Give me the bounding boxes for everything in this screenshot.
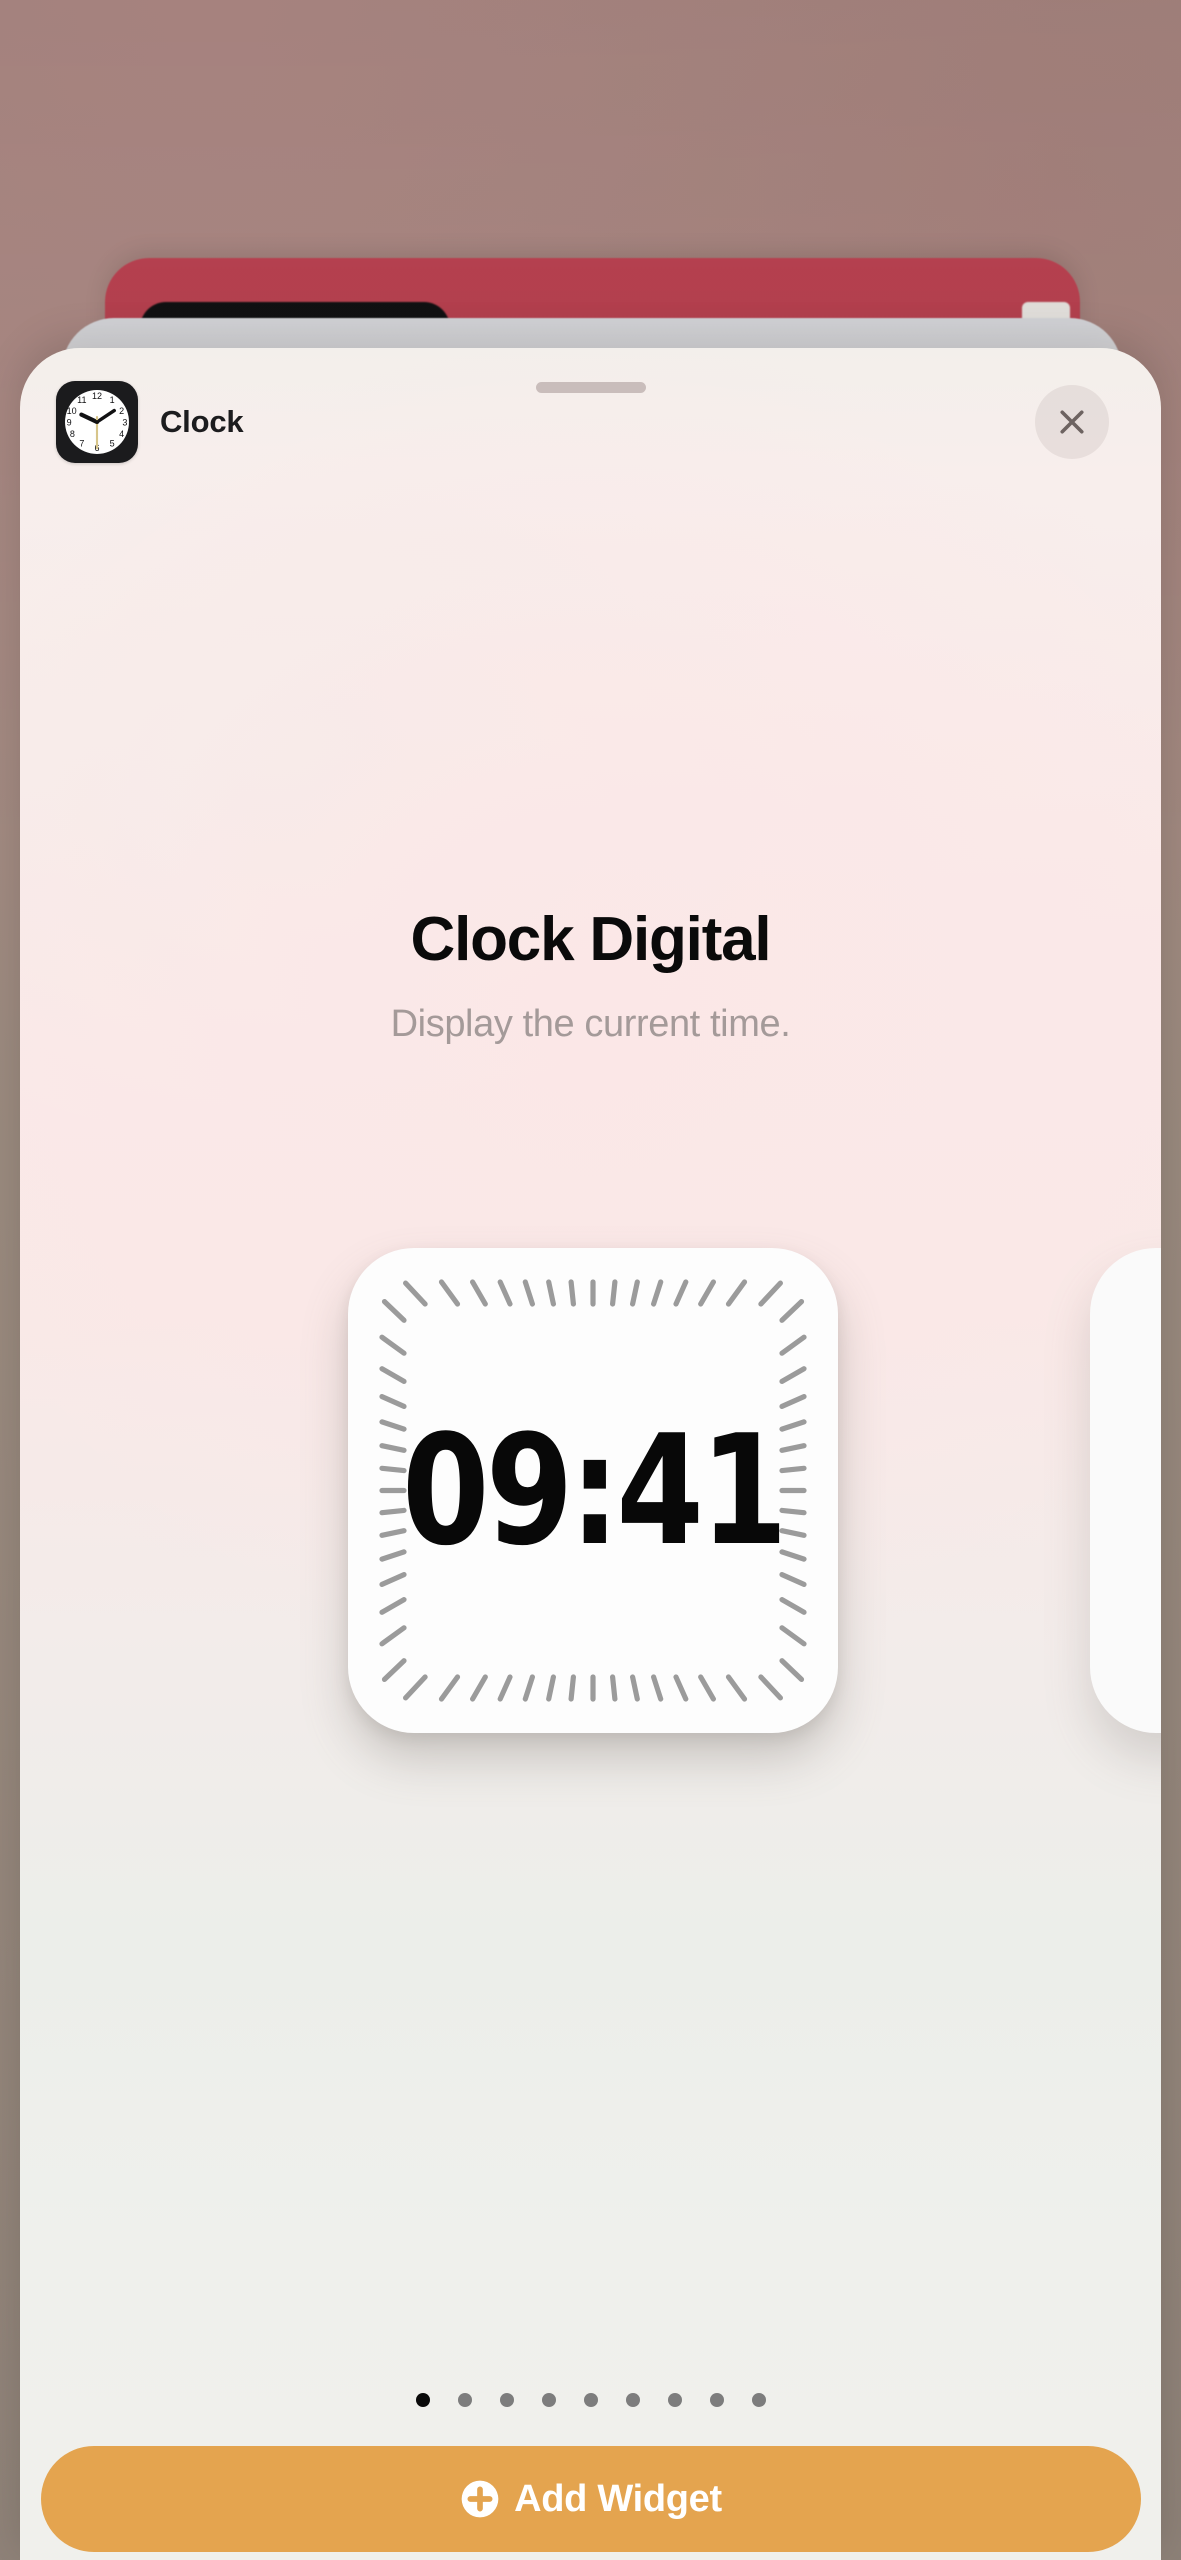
svg-text:2: 2 (119, 406, 124, 416)
widget-time-value: 09:41 (401, 1402, 788, 1579)
widget-preview-card[interactable]: 09:41 (348, 1248, 838, 1733)
widget-subtitle: Display the current time. (390, 1003, 791, 1045)
page-indicator[interactable] (20, 2393, 1161, 2407)
svg-text:7: 7 (79, 439, 84, 449)
page-dot[interactable] (583, 2393, 598, 2407)
close-icon (1060, 410, 1084, 434)
title-block: Clock Digital Display the current time. (20, 904, 1161, 1046)
page-dot[interactable] (667, 2393, 682, 2407)
add-widget-button[interactable]: Add Widget (41, 2446, 1141, 2552)
svg-text:8: 8 (70, 429, 75, 439)
page-dot[interactable] (457, 2393, 472, 2407)
page-dot[interactable] (709, 2393, 724, 2407)
svg-text:3: 3 (122, 417, 127, 427)
page-dot[interactable] (751, 2393, 766, 2407)
widget-detail-sheet: 12 1 2 3 4 5 6 7 8 9 10 11 (20, 348, 1161, 2560)
widget-title: Clock Digital (410, 905, 772, 974)
svg-text:11: 11 (77, 395, 86, 405)
app-name-label: Clock (160, 404, 244, 439)
page-dot[interactable] (415, 2393, 430, 2407)
widget-preview-card-next[interactable] (1090, 1248, 1161, 1733)
plus-circle-icon (461, 2480, 499, 2518)
widget-preview-carousel[interactable]: 09:41 (20, 1228, 1161, 1788)
app-identity[interactable]: 12 1 2 3 4 5 6 7 8 9 10 11 (56, 381, 244, 463)
svg-text:5: 5 (110, 439, 115, 449)
sheet-header: 12 1 2 3 4 5 6 7 8 9 10 11 (20, 348, 1161, 496)
svg-text:12: 12 (92, 391, 102, 401)
page-dot[interactable] (625, 2393, 640, 2407)
page-dot[interactable] (541, 2393, 556, 2407)
page-dot[interactable] (499, 2393, 514, 2407)
svg-text:9: 9 (67, 417, 72, 427)
svg-text:4: 4 (119, 429, 124, 439)
clock-app-icon: 12 1 2 3 4 5 6 7 8 9 10 11 (56, 381, 138, 463)
close-button[interactable] (1035, 385, 1109, 459)
svg-text:10: 10 (67, 406, 77, 416)
add-widget-label: Add Widget (514, 2477, 722, 2520)
svg-text:1: 1 (110, 395, 115, 405)
